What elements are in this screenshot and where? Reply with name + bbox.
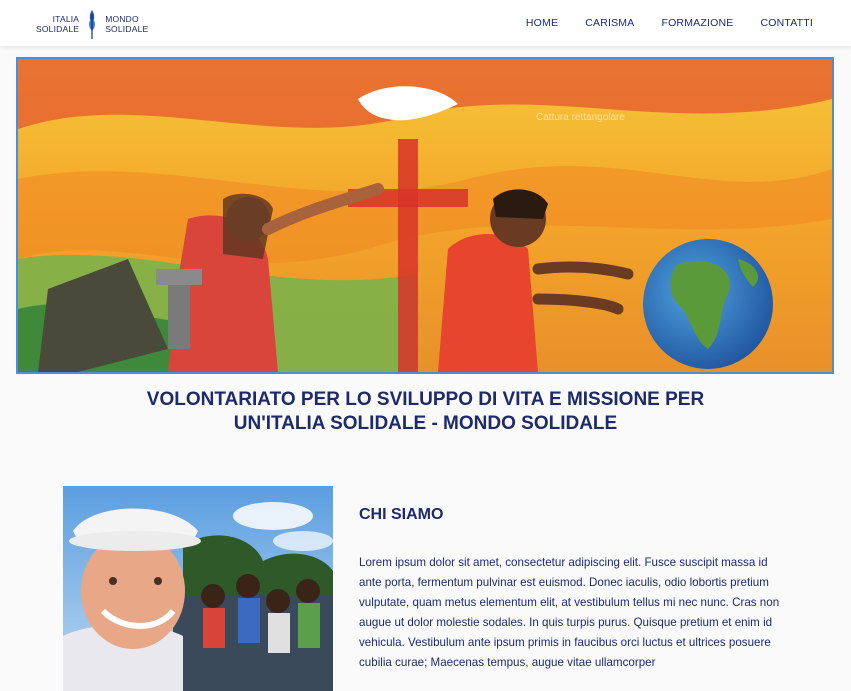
site-logo[interactable]: ITALIA SOLIDALE MONDO SOLIDALE [36,8,148,40]
headline-line-2: UN'ITALIA SOLIDALE - MONDO SOLIDALE [233,413,618,434]
wheat-leaf-icon [89,10,96,39]
nav-formazione-link[interactable]: FORMAZIONE [661,17,733,29]
nav-carisma-link[interactable]: CARISMA [585,17,634,29]
about-section-body: Lorem ipsum dolor sit amet, consectetur … [359,556,780,669]
founder-photo [63,486,333,691]
hero-watermark-text: Cattura rettangolare [536,112,625,123]
nav-home-link[interactable]: HOME [526,17,558,29]
nav-contatti-link[interactable]: CONTATTI [760,17,813,29]
about-section-title: CHI SIAMO [359,506,444,523]
headline-line-1: VOLONTARIATO PER LO SVILUPPO DI VITA E M… [146,389,705,410]
main-menu: HOME CARISMA FORMAZIONE CONTATTI [499,0,813,46]
logo-left-text: ITALIA SOLIDALE [36,14,80,34]
founder-photo-image [63,486,333,691]
page-headline: VOLONTARIATO PER LO SVILUPPO DI VITA E M… [0,388,851,436]
hammer-shape [168,279,190,349]
top-navbar: ITALIA SOLIDALE MONDO SOLIDALE HOME CARI… [0,0,851,46]
logo-right-text: MONDO SOLIDALE [105,14,149,34]
hero-painting [18,59,832,372]
hero-banner-image: Cattura rettangolare [16,57,834,374]
